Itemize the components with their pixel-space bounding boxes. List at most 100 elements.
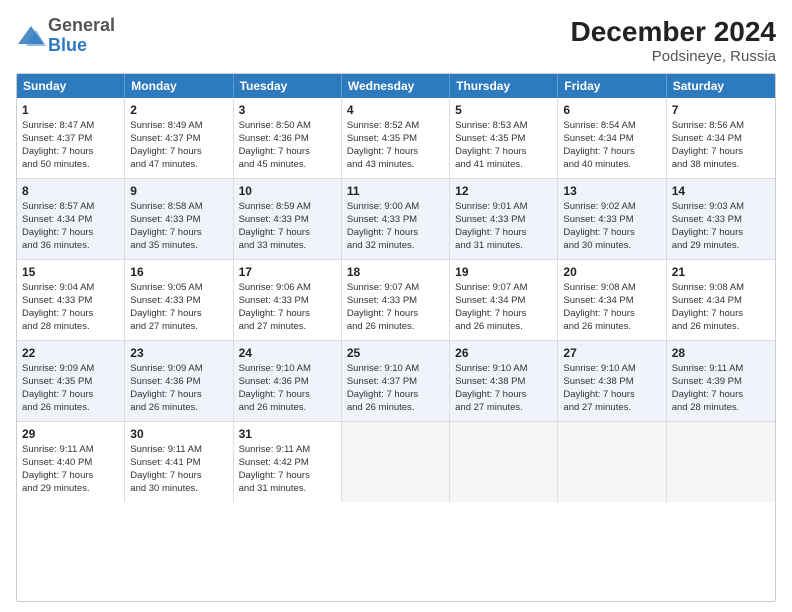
day-info: Daylight: 7 hours xyxy=(455,227,526,238)
day-info: Daylight: 7 hours xyxy=(22,146,93,157)
day-info: and 30 minutes. xyxy=(563,240,631,251)
day-info: Sunset: 4:37 PM xyxy=(22,133,92,144)
day-info: Daylight: 7 hours xyxy=(563,308,634,319)
header-day-friday: Friday xyxy=(558,74,666,98)
page-title: December 2024 xyxy=(571,16,776,48)
day-info: and 50 minutes. xyxy=(22,159,90,170)
day-info: Daylight: 7 hours xyxy=(22,389,93,400)
day-info: Sunset: 4:38 PM xyxy=(455,376,525,387)
calendar-cell: 24Sunrise: 9:10 AMSunset: 4:36 PMDayligh… xyxy=(234,341,342,421)
day-info: Sunset: 4:39 PM xyxy=(672,376,742,387)
day-info: Daylight: 7 hours xyxy=(455,146,526,157)
day-number: 25 xyxy=(347,345,444,361)
day-number: 31 xyxy=(239,426,336,442)
calendar-cell: 12Sunrise: 9:01 AMSunset: 4:33 PMDayligh… xyxy=(450,179,558,259)
day-info: Daylight: 7 hours xyxy=(130,470,201,481)
day-number: 11 xyxy=(347,183,444,199)
day-info: Daylight: 7 hours xyxy=(455,389,526,400)
calendar-cell: 3Sunrise: 8:50 AMSunset: 4:36 PMDaylight… xyxy=(234,98,342,178)
calendar-cell: 26Sunrise: 9:10 AMSunset: 4:38 PMDayligh… xyxy=(450,341,558,421)
day-info: and 29 minutes. xyxy=(22,483,90,494)
day-info: Sunrise: 8:54 AM xyxy=(563,120,635,131)
day-info: Sunset: 4:36 PM xyxy=(239,133,309,144)
day-info: and 30 minutes. xyxy=(130,483,198,494)
day-info: Sunset: 4:36 PM xyxy=(130,376,200,387)
day-number: 21 xyxy=(672,264,770,280)
day-number: 18 xyxy=(347,264,444,280)
calendar-cell: 19Sunrise: 9:07 AMSunset: 4:34 PMDayligh… xyxy=(450,260,558,340)
calendar-cell: 14Sunrise: 9:03 AMSunset: 4:33 PMDayligh… xyxy=(667,179,775,259)
day-info: Sunset: 4:35 PM xyxy=(455,133,525,144)
day-info: Sunset: 4:34 PM xyxy=(672,295,742,306)
calendar-cell: 13Sunrise: 9:02 AMSunset: 4:33 PMDayligh… xyxy=(558,179,666,259)
day-number: 20 xyxy=(563,264,660,280)
calendar-row-2: 8Sunrise: 8:57 AMSunset: 4:34 PMDaylight… xyxy=(17,179,775,260)
day-number: 22 xyxy=(22,345,119,361)
calendar-row-1: 1Sunrise: 8:47 AMSunset: 4:37 PMDaylight… xyxy=(17,98,775,179)
page: General Blue December 2024 Podsineye, Ru… xyxy=(0,0,792,612)
calendar-cell: 20Sunrise: 9:08 AMSunset: 4:34 PMDayligh… xyxy=(558,260,666,340)
day-info: Daylight: 7 hours xyxy=(22,470,93,481)
calendar-cell: 9Sunrise: 8:58 AMSunset: 4:33 PMDaylight… xyxy=(125,179,233,259)
day-info: Daylight: 7 hours xyxy=(672,146,743,157)
day-info: Sunset: 4:33 PM xyxy=(672,214,742,225)
calendar-cell: 17Sunrise: 9:06 AMSunset: 4:33 PMDayligh… xyxy=(234,260,342,340)
day-number: 28 xyxy=(672,345,770,361)
calendar-cell: 10Sunrise: 8:59 AMSunset: 4:33 PMDayligh… xyxy=(234,179,342,259)
day-info: Sunset: 4:33 PM xyxy=(347,295,417,306)
day-info: Sunrise: 9:10 AM xyxy=(347,363,419,374)
calendar-cell: 1Sunrise: 8:47 AMSunset: 4:37 PMDaylight… xyxy=(17,98,125,178)
day-number: 17 xyxy=(239,264,336,280)
calendar-cell: 28Sunrise: 9:11 AMSunset: 4:39 PMDayligh… xyxy=(667,341,775,421)
day-info: and 31 minutes. xyxy=(455,240,523,251)
day-info: Sunset: 4:40 PM xyxy=(22,457,92,468)
day-info: Sunset: 4:33 PM xyxy=(239,295,309,306)
day-info: Sunrise: 9:02 AM xyxy=(563,201,635,212)
day-info: and 45 minutes. xyxy=(239,159,307,170)
calendar-cell: 11Sunrise: 9:00 AMSunset: 4:33 PMDayligh… xyxy=(342,179,450,259)
day-info: Sunset: 4:33 PM xyxy=(563,214,633,225)
day-info: Sunrise: 9:07 AM xyxy=(455,282,527,293)
day-number: 15 xyxy=(22,264,119,280)
day-info: Sunset: 4:33 PM xyxy=(130,295,200,306)
calendar-header: SundayMondayTuesdayWednesdayThursdayFrid… xyxy=(17,74,775,98)
calendar-cell: 8Sunrise: 8:57 AMSunset: 4:34 PMDaylight… xyxy=(17,179,125,259)
calendar-row-4: 22Sunrise: 9:09 AMSunset: 4:35 PMDayligh… xyxy=(17,341,775,422)
logo-line1: General xyxy=(48,16,115,36)
day-info: Daylight: 7 hours xyxy=(563,146,634,157)
day-info: Sunrise: 8:50 AM xyxy=(239,120,311,131)
day-info: Sunrise: 8:47 AM xyxy=(22,120,94,131)
day-info: Daylight: 7 hours xyxy=(347,227,418,238)
day-number: 3 xyxy=(239,102,336,118)
day-info: Sunset: 4:42 PM xyxy=(239,457,309,468)
calendar-cell: 27Sunrise: 9:10 AMSunset: 4:38 PMDayligh… xyxy=(558,341,666,421)
day-info: and 40 minutes. xyxy=(563,159,631,170)
day-number: 6 xyxy=(563,102,660,118)
day-number: 24 xyxy=(239,345,336,361)
day-info: Sunrise: 9:09 AM xyxy=(22,363,94,374)
day-info: Sunset: 4:36 PM xyxy=(239,376,309,387)
day-info: Sunrise: 8:49 AM xyxy=(130,120,202,131)
day-info: Daylight: 7 hours xyxy=(130,389,201,400)
day-info: Sunrise: 9:00 AM xyxy=(347,201,419,212)
day-number: 29 xyxy=(22,426,119,442)
day-info: Sunset: 4:34 PM xyxy=(455,295,525,306)
calendar-row-5: 29Sunrise: 9:11 AMSunset: 4:40 PMDayligh… xyxy=(17,422,775,502)
day-info: Sunset: 4:35 PM xyxy=(347,133,417,144)
day-number: 7 xyxy=(672,102,770,118)
calendar-cell: 29Sunrise: 9:11 AMSunset: 4:40 PMDayligh… xyxy=(17,422,125,502)
day-info: Daylight: 7 hours xyxy=(672,389,743,400)
day-number: 2 xyxy=(130,102,227,118)
calendar: SundayMondayTuesdayWednesdayThursdayFrid… xyxy=(16,73,776,602)
header-day-monday: Monday xyxy=(125,74,233,98)
calendar-cell: 21Sunrise: 9:08 AMSunset: 4:34 PMDayligh… xyxy=(667,260,775,340)
header-day-thursday: Thursday xyxy=(450,74,558,98)
calendar-cell: 22Sunrise: 9:09 AMSunset: 4:35 PMDayligh… xyxy=(17,341,125,421)
day-info: Sunrise: 9:07 AM xyxy=(347,282,419,293)
day-info: Daylight: 7 hours xyxy=(239,227,310,238)
day-info: and 26 minutes. xyxy=(455,321,523,332)
day-number: 26 xyxy=(455,345,552,361)
day-info: Daylight: 7 hours xyxy=(239,470,310,481)
day-number: 5 xyxy=(455,102,552,118)
day-info: Daylight: 7 hours xyxy=(130,308,201,319)
